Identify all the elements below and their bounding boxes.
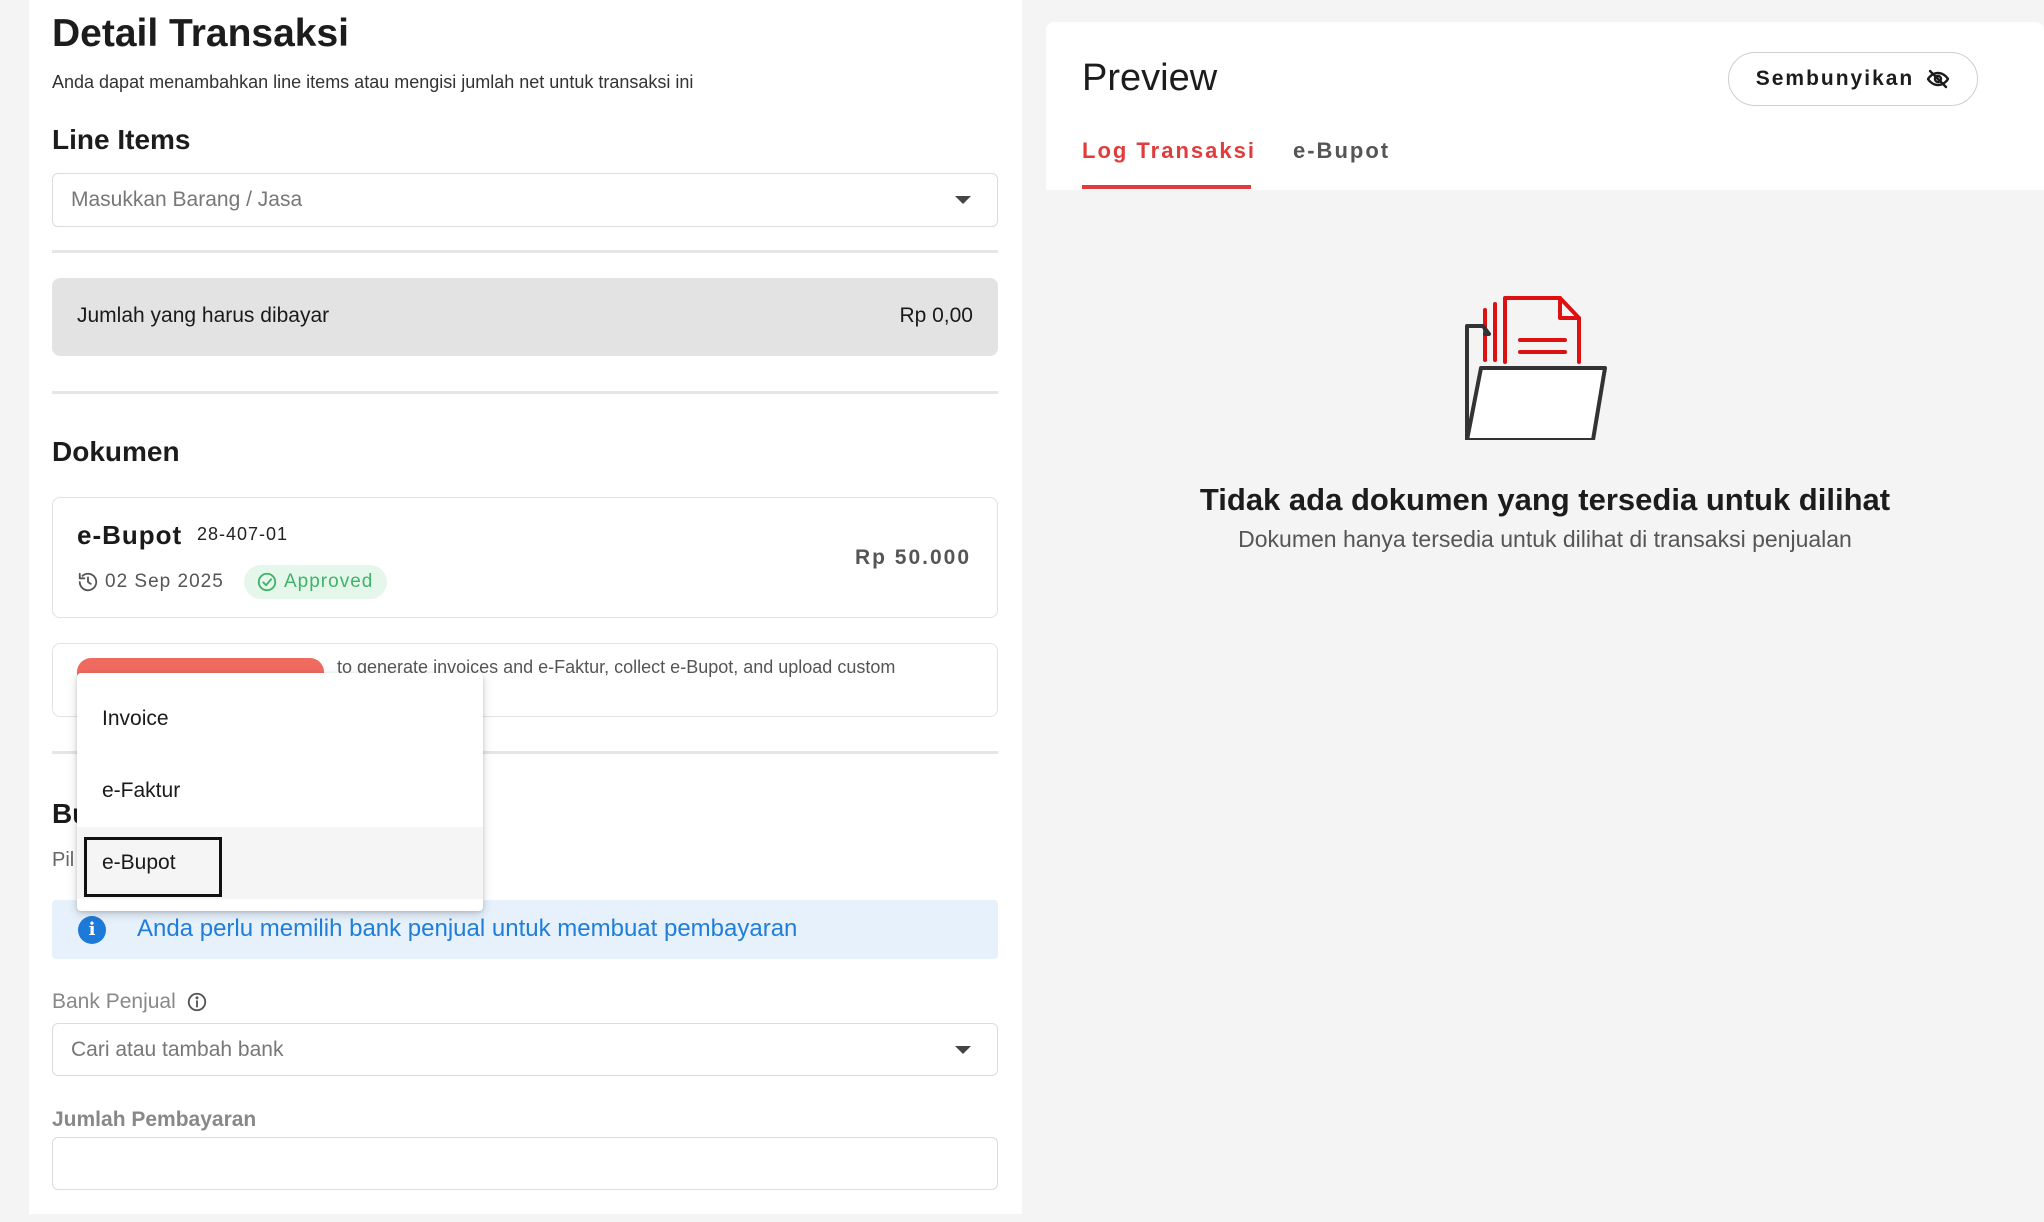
total-due-value: Rp 0,00 [899,304,973,327]
line-items-heading: Line Items [52,124,191,155]
menu-item-invoice[interactable]: Invoice [77,683,483,755]
page-subtitle: Anda dapat menambahkan line items atau m… [52,72,694,92]
document-type-menu: Invoice e-Faktur e-Bupot [77,673,483,911]
history-icon [78,572,98,592]
info-icon: i [78,916,106,944]
divider [52,250,998,253]
info-banner-text: Anda perlu memilih bank penjual untuk me… [137,915,798,942]
hide-preview-button[interactable]: Sembunyikan [1728,52,1978,106]
menu-item-efaktur[interactable]: e-Faktur [77,755,483,827]
payment-subheading: Pil [52,849,75,871]
payment-amount-input[interactable] [52,1137,998,1190]
folder-document-icon [1465,296,1607,440]
line-items-placeholder: Masukkan Barang / Jasa [71,188,303,211]
document-date-text: 02 Sep 2025 [105,571,224,592]
document-date: 02 Sep 2025 [77,571,224,593]
line-items-select[interactable]: Masukkan Barang / Jasa [52,173,998,227]
total-due-bar: Jumlah yang harus dibayar Rp 0,00 [52,278,998,356]
empty-state-title: Tidak ada dokumen yang tersedia untuk di… [1199,482,1891,517]
status-badge-text: Approved [284,571,374,592]
payment-amount-label: Jumlah Pembayaran [52,1108,257,1131]
chevron-down-icon [955,1045,971,1054]
dokumen-heading: Dokumen [52,436,180,467]
document-amount: Rp 50.000 [854,546,971,569]
document-card[interactable]: e-Bupot 28-407-01 02 Sep 2025 Approved R… [52,497,998,618]
preview-header [1046,22,2044,190]
total-due-label: Jumlah yang harus dibayar [77,304,330,327]
document-number: 28-407-01 [197,524,289,544]
status-badge: Approved [244,565,388,599]
active-tab-indicator [1082,185,1251,189]
tab-log-transaksi[interactable]: Log Transaksi [1082,138,1256,164]
preview-title: Preview [1082,57,1218,99]
divider [52,391,998,394]
bank-label-text: Bank Penjual [52,990,176,1013]
eye-slash-icon [1927,69,1950,89]
focus-outline [84,837,222,897]
bank-placeholder: Cari atau tambah bank [71,1037,284,1061]
preview-panel: Preview Sembunyikan Log Transaksi e-Bupo… [1046,22,2044,1222]
page-title: Detail Transaksi [52,12,349,55]
chevron-down-icon [955,196,971,204]
empty-state-subtitle: Dokumen hanya tersedia untuk dilihat di … [1238,526,1852,552]
bank-label: Bank Penjual [52,990,208,1014]
tab-ebupot[interactable]: e-Bupot [1293,138,1390,164]
hide-preview-label: Sembunyikan [1755,67,1915,90]
check-circle-icon [257,572,277,592]
bank-select[interactable]: Cari atau tambah bank [52,1023,998,1076]
document-name: e-Bupot [77,520,183,550]
info-outline-icon[interactable] [186,991,208,1013]
